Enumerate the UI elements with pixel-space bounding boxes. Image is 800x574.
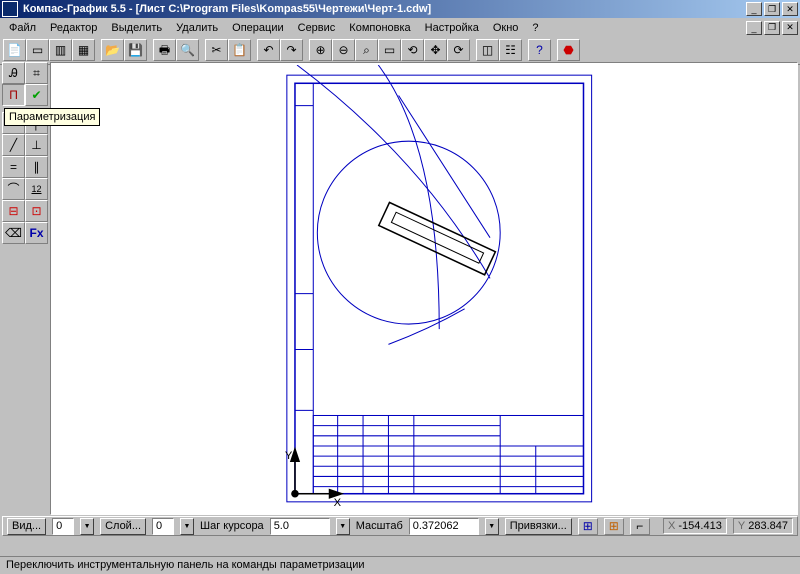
text-tool-button[interactable]: Ꭿ bbox=[2, 62, 25, 84]
step-label: Шаг курсора bbox=[200, 520, 264, 532]
menu-window[interactable]: Окно bbox=[486, 20, 526, 36]
step-input[interactable]: 5.0 bbox=[270, 518, 330, 535]
status-text: Переключить инструментальную панель на к… bbox=[6, 559, 365, 571]
view-input[interactable]: 0 bbox=[52, 518, 74, 535]
step-dropdown[interactable]: ▼ bbox=[336, 518, 350, 535]
menu-select[interactable]: Выделить bbox=[104, 20, 169, 36]
redo-button[interactable]: ↷ bbox=[280, 39, 303, 61]
coord-x: X -154.413 bbox=[663, 518, 727, 534]
save-button[interactable]: 💾 bbox=[124, 39, 147, 61]
left-tool-panel: Ꭿ ⌗ П ✔ — │ ╱ ⊥ = ∥ ⌒ 12 ⊟ ⊡ ⌫ Fx bbox=[2, 62, 48, 515]
menu-editor[interactable]: Редактор bbox=[43, 20, 104, 36]
dim-tool-button[interactable]: 12 bbox=[25, 178, 48, 200]
cut-button[interactable]: ✂ bbox=[205, 39, 228, 61]
coord-y: Y 283.847 bbox=[733, 518, 793, 534]
close-button[interactable]: ✕ bbox=[782, 2, 798, 16]
menu-file[interactable]: Файл bbox=[2, 20, 43, 36]
symbol-tool-button[interactable]: ⌗ bbox=[25, 62, 48, 84]
print-button[interactable]: 🖶 bbox=[153, 39, 176, 61]
refresh-button[interactable]: ⟳ bbox=[447, 39, 470, 61]
window-title: Компас-График 5.5 - [Лист C:\Program Fil… bbox=[21, 3, 744, 15]
zoom-window-button[interactable]: ⌕ bbox=[355, 39, 378, 61]
open-button[interactable]: 📂 bbox=[101, 39, 124, 61]
localcs-button[interactable]: ⌐ bbox=[630, 518, 650, 535]
fix-dim-b-button[interactable]: ⊡ bbox=[25, 200, 48, 222]
preview-button[interactable]: 🔍 bbox=[176, 39, 199, 61]
mdi-minimize-button[interactable]: _ bbox=[746, 21, 762, 35]
status-bar: Переключить инструментальную панель на к… bbox=[0, 556, 800, 574]
zoom-out-button[interactable]: ⊖ bbox=[332, 39, 355, 61]
snap-button[interactable]: Привязки... bbox=[505, 518, 572, 535]
scale-dropdown[interactable]: ▼ bbox=[485, 518, 499, 535]
fx-button[interactable]: Fx bbox=[25, 222, 48, 244]
tooltip: Параметризация bbox=[4, 108, 100, 126]
axis-x-label: X bbox=[334, 497, 342, 509]
zoom-prev-button[interactable]: ⟲ bbox=[401, 39, 424, 61]
app-icon bbox=[2, 1, 18, 17]
new-button[interactable]: 📄 bbox=[3, 39, 26, 61]
mdi-restore-button[interactable]: ❐ bbox=[764, 21, 780, 35]
fix-dim-a-button[interactable]: ⊟ bbox=[2, 200, 25, 222]
ortho-toggle-button[interactable]: ⊞ bbox=[604, 518, 624, 535]
undo-button[interactable]: ↶ bbox=[257, 39, 280, 61]
parallel-tool-button[interactable]: ∥ bbox=[25, 156, 48, 178]
drawing-workspace[interactable]: Y X bbox=[50, 62, 798, 515]
scale-label: Масштаб bbox=[356, 520, 403, 532]
zoom-in-button[interactable]: ⊕ bbox=[309, 39, 332, 61]
menu-setup[interactable]: Настройка bbox=[418, 20, 486, 36]
pan-button[interactable]: ✥ bbox=[424, 39, 447, 61]
mdi-close-button[interactable]: ✕ bbox=[782, 21, 798, 35]
new-frag-button[interactable]: ▦ bbox=[72, 39, 95, 61]
perp-tool-button[interactable]: ⊥ bbox=[25, 134, 48, 156]
layer-dropdown[interactable]: ▼ bbox=[180, 518, 194, 535]
bottom-panel: Вид... 0 ▼ Слой... 0 ▼ Шаг курсора 5.0 ▼… bbox=[2, 516, 798, 536]
del-constr-button[interactable]: ⌫ bbox=[2, 222, 25, 244]
title-bar: Компас-График 5.5 - [Лист C:\Program Fil… bbox=[0, 0, 800, 18]
axis-y-label: Y bbox=[285, 450, 293, 462]
menu-service[interactable]: Сервис bbox=[291, 20, 343, 36]
view-button[interactable]: Вид... bbox=[7, 518, 46, 535]
param-tool-button[interactable]: ✔ bbox=[25, 84, 48, 106]
view-dropdown[interactable]: ▼ bbox=[80, 518, 94, 535]
zoom-fit-button[interactable]: ▭ bbox=[378, 39, 401, 61]
menu-delete[interactable]: Удалить bbox=[169, 20, 225, 36]
copy-button[interactable]: 📋 bbox=[228, 39, 251, 61]
menu-operations[interactable]: Операции bbox=[225, 20, 290, 36]
stop-button[interactable]: ⬣ bbox=[557, 39, 580, 61]
menu-bar: Файл Редактор Выделить Удалить Операции … bbox=[0, 18, 800, 37]
minimize-button[interactable]: _ bbox=[746, 2, 762, 16]
new-part-button[interactable]: ▭ bbox=[26, 39, 49, 61]
maximize-button[interactable]: ❐ bbox=[764, 2, 780, 16]
help-button[interactable]: ? bbox=[528, 39, 551, 61]
menu-help[interactable]: ? bbox=[525, 20, 545, 36]
layer-input[interactable]: 0 bbox=[152, 518, 174, 535]
point-tool-button[interactable]: П bbox=[2, 84, 25, 106]
new-asm-button[interactable]: ▥ bbox=[49, 39, 72, 61]
layers-button[interactable]: ◫ bbox=[476, 39, 499, 61]
grid-toggle-button[interactable]: ⊞ bbox=[578, 518, 598, 535]
diag-tool-button[interactable]: ╱ bbox=[2, 134, 25, 156]
main-toolbar: 📄 ▭ ▥ ▦ 📂 💾 🖶 🔍 ✂ 📋 ↶ ↷ ⊕ ⊖ ⌕ ▭ ⟲ ✥ ⟳ ◫ … bbox=[0, 37, 800, 65]
scale-input[interactable]: 0.372062 bbox=[409, 518, 479, 535]
menu-layout[interactable]: Компоновка bbox=[342, 20, 417, 36]
drawing-canvas[interactable]: Y X bbox=[53, 65, 795, 512]
views-button[interactable]: ☷ bbox=[499, 39, 522, 61]
tangent-tool-button[interactable]: ⌒ bbox=[2, 178, 25, 200]
equal-tool-button[interactable]: = bbox=[2, 156, 25, 178]
layer-button[interactable]: Слой... bbox=[100, 518, 146, 535]
